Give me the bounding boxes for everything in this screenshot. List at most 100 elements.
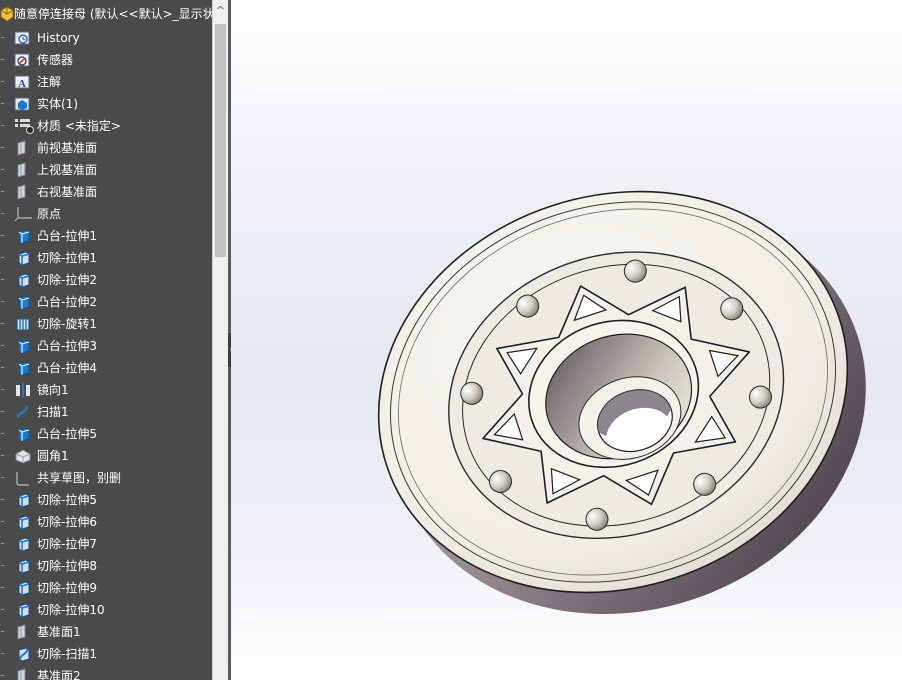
tree-connector	[1, 301, 4, 302]
sweep-icon	[14, 404, 32, 420]
tree-item[interactable]: 原点	[0, 203, 212, 225]
feature-manager-tree: 随意停连接母 (默认<<默认>_显示状 History 传感器 A 注解实体(1) 材质…	[0, 0, 212, 680]
tree-item[interactable]: 切除-拉伸9	[0, 577, 212, 599]
tree-item[interactable]: 共享草图，别删	[0, 467, 212, 489]
tree-item-label: 原点	[37, 207, 62, 221]
tree-item[interactable]: 凸台-拉伸4	[0, 357, 212, 379]
tree-connector	[1, 367, 4, 368]
tree-item[interactable]: 实体(1)	[0, 93, 212, 115]
tree-item[interactable]: 切除-拉伸7	[0, 533, 212, 555]
cut-extrude-icon	[14, 558, 32, 574]
tree-scrollbar[interactable]: ^	[212, 0, 228, 680]
tree-item-label: 切除-旋转1	[37, 317, 97, 331]
tree-item[interactable]: 凸台-拉伸3	[0, 335, 212, 357]
cut-extrude-icon	[14, 536, 32, 552]
tree-connector	[1, 59, 4, 60]
tree-item[interactable]: 切除-拉伸10	[0, 599, 212, 621]
tree-item-label: 凸台-拉伸2	[37, 295, 97, 309]
tree-item-label: 前视基准面	[37, 141, 98, 155]
svg-text:A: A	[18, 78, 26, 90]
boss-extrude-icon	[14, 360, 32, 376]
solid-bodies-icon	[14, 96, 32, 112]
tree-item-label: 凸台-拉伸4	[37, 361, 97, 375]
cut-extrude-icon	[14, 492, 32, 508]
tree-item[interactable]: History	[0, 27, 212, 49]
tree-connector	[1, 609, 4, 610]
tree-connector	[1, 455, 4, 456]
tree-item[interactable]: 前视基准面	[0, 137, 212, 159]
tree-item[interactable]: 切除-扫描1	[0, 643, 212, 665]
tree-connector	[1, 499, 4, 500]
tree-item[interactable]: 切除-拉伸5	[0, 489, 212, 511]
tree-item[interactable]: 切除-拉伸1	[0, 247, 212, 269]
tree-connector	[1, 653, 4, 654]
part-3d-model[interactable]	[231, 0, 902, 680]
tree-item[interactable]: 切除-拉伸2	[0, 269, 212, 291]
tree-connector	[1, 81, 4, 82]
cut-revolve-icon	[14, 316, 32, 332]
scroll-up-arrow-icon[interactable]: ^	[213, 2, 228, 20]
tree-connector	[1, 543, 4, 544]
tree-item[interactable]: 切除-拉伸6	[0, 511, 212, 533]
history-icon	[14, 30, 32, 46]
tree-item[interactable]: 上视基准面	[0, 159, 212, 181]
plane-icon	[14, 162, 32, 178]
tree-item[interactable]: 切除-拉伸8	[0, 555, 212, 577]
tree-item-label: 切除-拉伸2	[37, 273, 97, 287]
tree-connector	[1, 323, 4, 324]
tree-item-label: 基准面2	[37, 669, 81, 680]
scroll-thumb[interactable]	[215, 24, 226, 257]
tree-connector	[1, 169, 4, 170]
tree-connector	[1, 257, 4, 258]
origin-icon	[14, 206, 32, 222]
tree-connector	[1, 235, 4, 236]
tree-item-label: 注解	[37, 75, 62, 89]
tree-item-label: 右视基准面	[37, 185, 98, 199]
tree-connector	[1, 521, 4, 522]
tree-item-label: 凸台-拉伸3	[37, 339, 97, 353]
tree-item-label: 切除-拉伸10	[37, 603, 105, 617]
tree-item[interactable]: 切除-旋转1	[0, 313, 212, 335]
tree-item[interactable]: 传感器	[0, 49, 212, 71]
tree-item[interactable]: 凸台-拉伸1	[0, 225, 212, 247]
annotation-icon: A	[14, 74, 32, 90]
tree-connector	[1, 411, 4, 412]
tree-item[interactable]: 凸台-拉伸5	[0, 423, 212, 445]
tree-item[interactable]: 基准面2	[0, 665, 212, 680]
cut-extrude-icon	[14, 580, 32, 596]
tree-item[interactable]: 右视基准面	[0, 181, 212, 203]
cut-extrude-icon	[14, 250, 32, 266]
cut-sweep-icon	[14, 646, 32, 662]
tree-item[interactable]: 镜向1	[0, 379, 212, 401]
tree-connector	[1, 587, 4, 588]
tree-item-label: 材质 <未指定>	[37, 119, 121, 133]
tree-item[interactable]: 材质 <未指定>	[0, 115, 212, 137]
tree-item[interactable]: A 注解	[0, 71, 212, 93]
plane-icon	[14, 668, 32, 680]
tree-item-label: 基准面1	[37, 625, 81, 639]
tree-connector	[1, 631, 4, 632]
tree-item-label: 传感器	[37, 53, 74, 67]
boss-extrude-icon	[14, 228, 32, 244]
tree-item-label: 切除-拉伸6	[37, 515, 97, 529]
tree-item[interactable]: 凸台-拉伸2	[0, 291, 212, 313]
plane-icon	[14, 184, 32, 200]
tree-item-label: 切除-扫描1	[37, 647, 97, 661]
tree-connector	[1, 477, 4, 478]
tree-item-label: 切除-拉伸9	[37, 581, 97, 595]
tree-connector	[1, 345, 4, 346]
tree-connector	[1, 279, 4, 280]
tree-item[interactable]: 基准面1	[0, 621, 212, 643]
tree-item-label: 切除-拉伸8	[37, 559, 97, 573]
cut-extrude-icon	[14, 272, 32, 288]
tree-connector	[1, 675, 4, 676]
tree-connector	[1, 103, 4, 104]
graphics-viewport[interactable]	[231, 0, 902, 680]
tree-item[interactable]: 圆角1	[0, 445, 212, 467]
tree-root-part[interactable]: 随意停连接母 (默认<<默认>_显示状	[0, 3, 212, 25]
tree-connector	[1, 433, 4, 434]
tree-item-label: 切除-拉伸7	[37, 537, 97, 551]
sensor-icon	[14, 52, 32, 68]
plane-icon	[14, 624, 32, 640]
tree-item[interactable]: 扫描1	[0, 401, 212, 423]
